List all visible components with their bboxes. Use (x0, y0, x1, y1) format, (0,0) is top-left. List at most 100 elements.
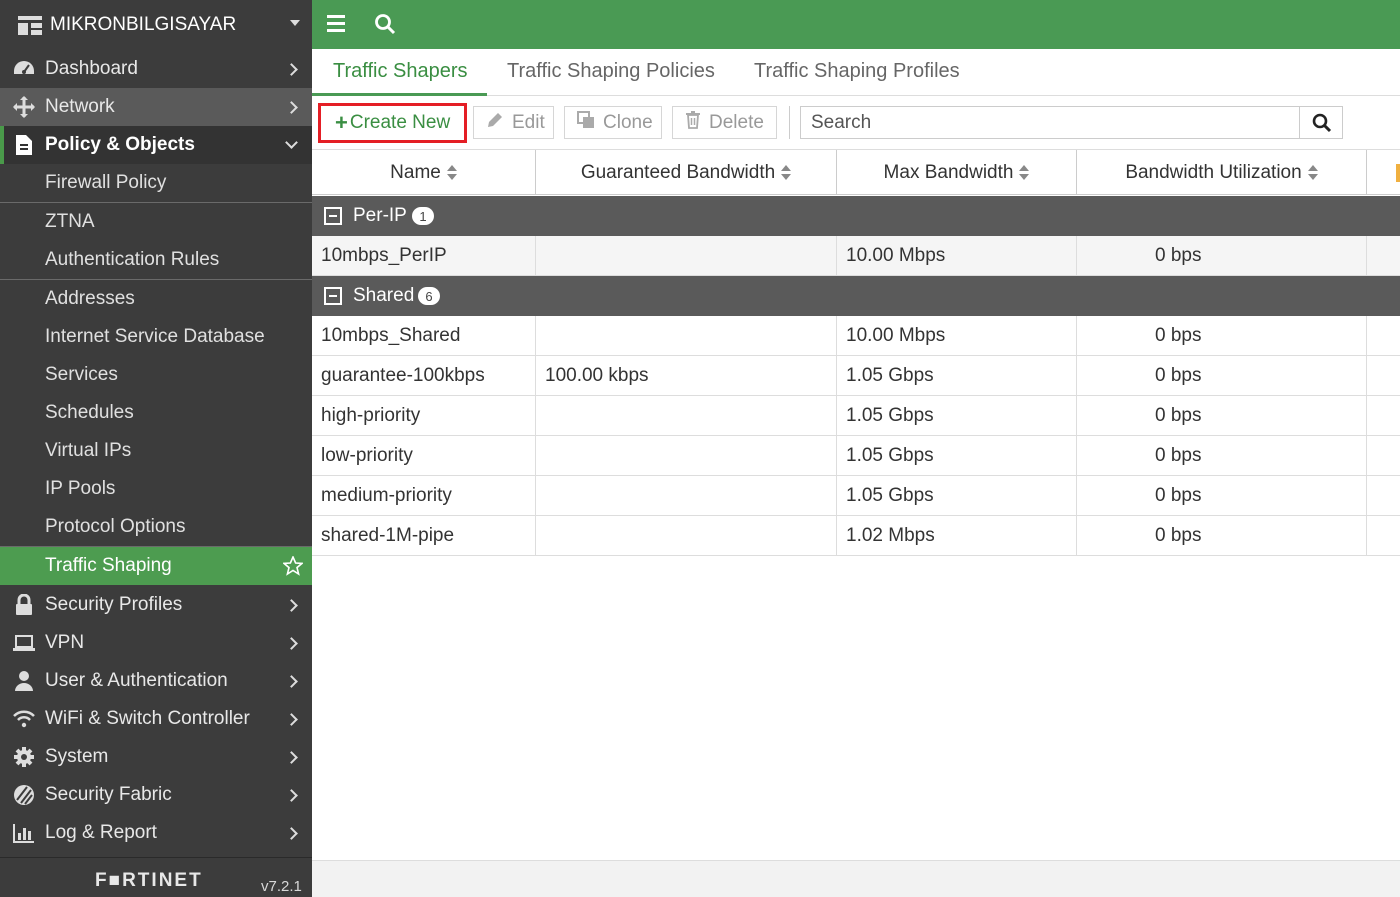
column-header-bandwidth-utilization[interactable]: Bandwidth Utilization (1077, 150, 1367, 195)
cell-bandwidth-utilization: 0 bps (1077, 476, 1367, 516)
group-row-per-ip[interactable]: Per-IP 1 (312, 196, 1400, 236)
sidebar-item-dashboard[interactable]: Dashboard (0, 50, 312, 88)
cell-max-bandwidth: 1.02 Mbps (837, 516, 1077, 556)
create-new-button[interactable]: + Create New (318, 103, 467, 143)
cell-guaranteed-bandwidth (536, 516, 837, 556)
search-icon[interactable] (374, 13, 396, 35)
table-header: Name Guaranteed Bandwidth Max Bandwidth … (312, 149, 1400, 195)
fabric-icon (13, 784, 35, 806)
cell-max-bandwidth: 1.05 Gbps (837, 396, 1077, 436)
group-label: Shared (353, 285, 415, 306)
tab-traffic-shapers[interactable]: Traffic Shapers (333, 60, 468, 83)
cell-bandwidth-utilization: 0 bps (1077, 396, 1367, 436)
sidebar-item-user-authentication[interactable]: User & Authentication (0, 662, 312, 700)
plus-icon: + (335, 110, 348, 135)
collapse-icon[interactable] (324, 287, 342, 305)
search-input[interactable] (800, 106, 1300, 139)
sidebar-item-log-report[interactable]: Log & Report (0, 814, 312, 852)
delete-button[interactable]: Delete (672, 106, 777, 139)
cell-bandwidth-utilization: 0 bps (1077, 236, 1367, 276)
collapse-icon[interactable] (324, 207, 342, 225)
sidebar-subitem-virtual-ips[interactable]: Virtual IPs (0, 432, 312, 470)
cell-extra (1367, 316, 1400, 356)
group-label: Per-IP (353, 205, 407, 226)
sidebar-item-label: Log & Report (45, 822, 157, 843)
edit-button[interactable]: Edit (473, 106, 554, 139)
tab-bar: Traffic Shapers Traffic Shaping Policies… (312, 49, 1400, 96)
cell-bandwidth-utilization: 0 bps (1077, 356, 1367, 396)
sidebar-item-security-profiles[interactable]: Security Profiles (0, 586, 312, 624)
sidebar-item-label: Dashboard (45, 58, 138, 79)
sidebar-subitem-internet-service-database[interactable]: Internet Service Database (0, 318, 312, 356)
chevron-right-icon (285, 62, 298, 76)
cell-guaranteed-bandwidth (536, 236, 837, 276)
gear-icon (13, 746, 35, 768)
table-row[interactable]: medium-priority 1.05 Gbps 0 bps (312, 476, 1400, 516)
cell-extra (1367, 396, 1400, 436)
chevron-down-icon (285, 136, 298, 149)
network-icon (13, 96, 35, 118)
search-button[interactable] (1299, 106, 1343, 139)
column-header-max-bandwidth[interactable]: Max Bandwidth (837, 150, 1077, 195)
column-header-guaranteed-bandwidth[interactable]: Guaranteed Bandwidth (536, 150, 837, 195)
chevron-right-icon (285, 788, 298, 802)
sidebar-subitem-traffic-shaping[interactable]: Traffic Shaping (0, 547, 312, 585)
clone-label: Clone (603, 111, 653, 133)
tab-traffic-shaping-policies[interactable]: Traffic Shaping Policies (507, 60, 715, 83)
sidebar-item-system[interactable]: System (0, 738, 312, 776)
cell-bandwidth-utilization: 0 bps (1077, 436, 1367, 476)
sidebar-item-policy-objects[interactable]: Policy & Objects (0, 126, 312, 164)
sidebar-subitem-label: Services (45, 364, 118, 385)
device-icon (18, 14, 42, 36)
chevron-down-icon[interactable] (290, 20, 300, 26)
table-row[interactable]: high-priority 1.05 Gbps 0 bps (312, 396, 1400, 436)
sidebar-subitem-label: Traffic Shaping (45, 555, 172, 576)
sidebar-subitem-services[interactable]: Services (0, 356, 312, 394)
sidebar-item-security-fabric[interactable]: Security Fabric (0, 776, 312, 814)
cell-max-bandwidth: 1.05 Gbps (837, 476, 1077, 516)
chevron-right-icon (285, 100, 298, 114)
table-row[interactable]: 10mbps_Shared 10.00 Mbps 0 bps (312, 316, 1400, 356)
cell-name: high-priority (312, 396, 536, 436)
clone-button[interactable]: Clone (564, 106, 662, 139)
sidebar-item-label: Policy & Objects (45, 134, 195, 155)
sidebar-subitem-ip-pools[interactable]: IP Pools (0, 470, 312, 508)
tab-traffic-shaping-profiles[interactable]: Traffic Shaping Profiles (754, 60, 960, 83)
table-row[interactable]: 10mbps_PerIP 10.00 Mbps 0 bps (312, 236, 1400, 276)
sidebar-subitem-ztna[interactable]: ZTNA (0, 203, 312, 241)
star-icon[interactable] (281, 554, 305, 582)
sidebar-subitem-schedules[interactable]: Schedules (0, 394, 312, 432)
table-row[interactable]: shared-1M-pipe 1.02 Mbps 0 bps (312, 516, 1400, 556)
sidebar-subitem-addresses[interactable]: Addresses (0, 280, 312, 318)
table-row[interactable]: guarantee-100kbps 100.00 kbps 1.05 Gbps … (312, 356, 1400, 396)
cell-extra (1367, 476, 1400, 516)
sort-icon (446, 164, 457, 181)
table-row[interactable]: low-priority 1.05 Gbps 0 bps (312, 436, 1400, 476)
sidebar-subitem-firewall-policy[interactable]: Firewall Policy (0, 164, 312, 202)
policy-icon (13, 134, 35, 156)
menu-icon[interactable] (327, 14, 345, 32)
top-bar (312, 0, 1400, 49)
sidebar-item-vpn[interactable]: VPN (0, 624, 312, 662)
sidebar-subitem-protocol-options[interactable]: Protocol Options (0, 508, 312, 546)
sidebar-item-wifi-switch-controller[interactable]: WiFi & Switch Controller (0, 700, 312, 738)
status-bar (312, 860, 1400, 897)
device-selector[interactable]: MIKRONBILGISAYAR (0, 0, 312, 49)
column-header-name[interactable]: Name (312, 150, 536, 195)
chevron-right-icon (285, 712, 298, 726)
dashboard-icon (13, 58, 35, 80)
group-row-shared[interactable]: Shared 6 (312, 276, 1400, 316)
group-count-badge: 1 (412, 207, 434, 225)
sidebar-subitem-label: IP Pools (45, 478, 116, 499)
column-header-extra[interactable] (1367, 150, 1400, 195)
cell-name: low-priority (312, 436, 536, 476)
sidebar: MIKRONBILGISAYAR Dashboard Network Polic… (0, 0, 312, 897)
device-name: MIKRONBILGISAYAR (50, 13, 237, 35)
sidebar-subitem-authentication-rules[interactable]: Authentication Rules (0, 241, 312, 279)
sidebar-item-network[interactable]: Network (0, 88, 312, 126)
sidebar-subitem-label: Authentication Rules (45, 249, 220, 270)
group-count-badge: 6 (418, 287, 440, 305)
column-resize-handle (1396, 164, 1400, 182)
cell-name: shared-1M-pipe (312, 516, 536, 556)
sidebar-item-label: VPN (45, 632, 85, 653)
